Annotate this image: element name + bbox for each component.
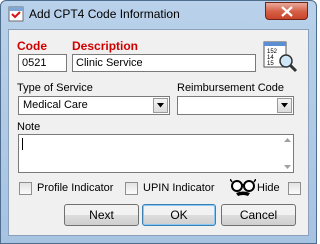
dialog-body: Code Description 0521 Clinic Service 152… — [8, 29, 309, 236]
upin-indicator-checkbox[interactable] — [125, 182, 138, 195]
window-title: Add CPT4 Code Information — [29, 7, 180, 21]
close-x-icon — [281, 6, 293, 17]
ok-button[interactable]: OK — [142, 204, 216, 226]
code-label: Code — [17, 39, 47, 53]
text-caret — [22, 138, 23, 150]
hide-checkbox[interactable] — [288, 182, 301, 195]
upin-indicator-label: UPIN Indicator — [143, 182, 215, 194]
close-button[interactable] — [265, 2, 308, 20]
description-field[interactable]: Clinic Service — [72, 54, 256, 72]
type-of-service-label: Type of Service — [17, 82, 93, 94]
type-of-service-select[interactable]: Medical Care — [18, 96, 170, 115]
type-of-service-value: Medical Care — [23, 99, 88, 111]
note-scrollbar[interactable] — [281, 135, 293, 172]
cancel-button[interactable]: Cancel — [221, 204, 296, 226]
title-bar[interactable]: Add CPT4 Code Information — [1, 1, 316, 28]
profile-indicator-checkbox[interactable] — [19, 182, 32, 195]
reimbursement-code-dropdown-button[interactable] — [277, 98, 292, 113]
disguise-glasses-icon — [230, 179, 256, 196]
next-button[interactable]: Next — [64, 204, 139, 226]
code-field[interactable]: 0521 — [18, 54, 67, 72]
type-of-service-dropdown-button[interactable] — [153, 98, 168, 113]
chevron-down-icon — [157, 103, 164, 108]
dialog-window: Add CPT4 Code Information Code Descripti… — [0, 0, 317, 244]
hide-label: Hide — [257, 182, 280, 194]
scroll-up-icon[interactable] — [284, 138, 291, 142]
code-lookup-icon[interactable]: 152 14 15 — [262, 39, 298, 73]
reimbursement-code-select[interactable] — [177, 96, 294, 115]
scroll-down-icon[interactable] — [284, 165, 291, 169]
app-icon — [8, 6, 24, 22]
profile-indicator-label: Profile Indicator — [37, 182, 114, 194]
lookup-number-3: 15 — [267, 61, 274, 67]
chevron-down-icon — [281, 103, 288, 108]
reimbursement-code-label: Reimbursement Code — [177, 82, 284, 94]
description-label: Description — [72, 39, 139, 53]
note-field[interactable] — [18, 134, 294, 173]
note-label: Note — [17, 121, 41, 133]
